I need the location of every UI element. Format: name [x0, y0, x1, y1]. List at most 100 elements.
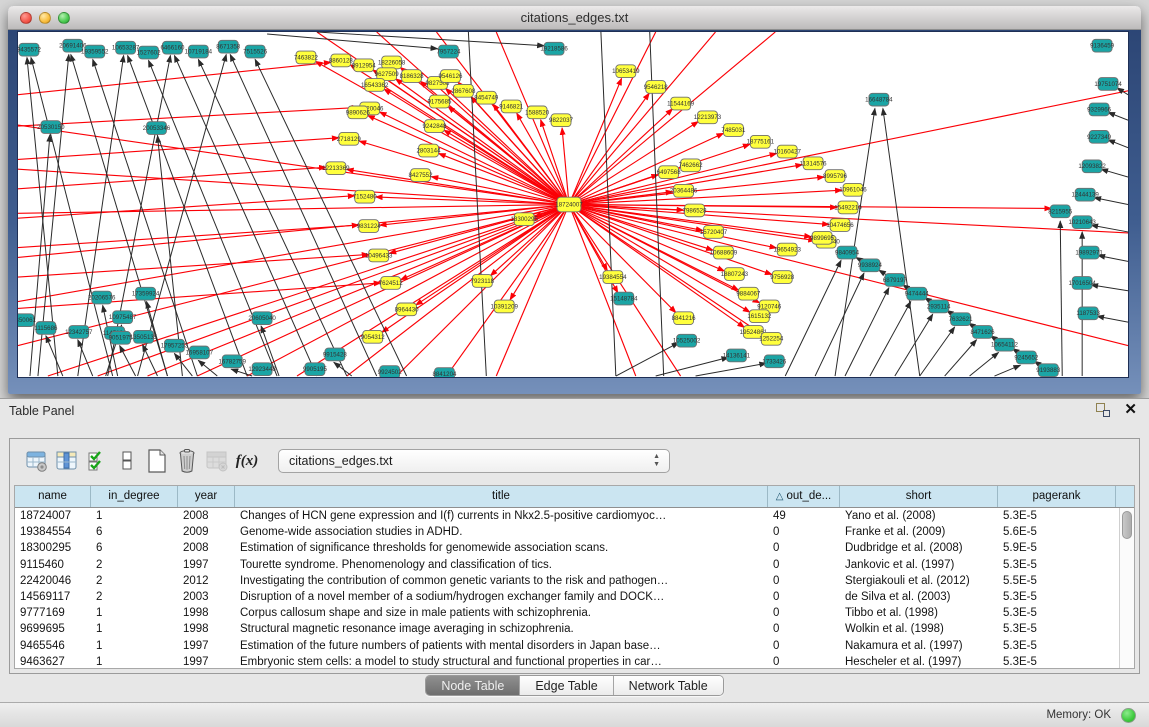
table-row[interactable]: 2242004622012Investigating the contribut… [15, 573, 1134, 589]
graph-node[interactable]: 12213973 [694, 111, 722, 124]
graph-node[interactable]: 12923448 [248, 363, 276, 376]
graph-node[interactable]: 7463822 [294, 51, 319, 64]
graph-node[interactable]: 19359552 [81, 45, 109, 58]
graph-node[interactable]: 10688609 [710, 246, 738, 259]
graph-node[interactable]: 10975487 [109, 311, 137, 324]
graph-node[interactable]: 8995796 [823, 170, 848, 183]
graph-node[interactable]: 8841204 [432, 368, 457, 377]
column-header-in_degree[interactable]: in_degree [91, 486, 178, 507]
graph-node[interactable]: 9890626 [346, 106, 371, 119]
unselect-all-button[interactable] [112, 445, 142, 477]
graph-node[interactable]: 1733426 [762, 355, 787, 368]
graph-node[interactable]: 9193883 [1036, 364, 1061, 377]
graph-node[interactable]: 19751074 [1094, 78, 1122, 91]
graph-node[interactable]: 8671358 [216, 40, 241, 53]
graph-node[interactable]: 9822037 [549, 114, 574, 127]
float-panel-icon[interactable] [1096, 403, 1110, 417]
graph-node[interactable]: 19892971 [1075, 246, 1103, 259]
table-row[interactable]: 911546021997Tourette syndrome. Phenomeno… [15, 557, 1134, 573]
graph-node[interactable]: 8215955 [1048, 205, 1073, 218]
table-row[interactable]: 1872400712008Changes of HCN gene express… [15, 508, 1134, 524]
column-header-pagerank[interactable]: pagerank [998, 486, 1116, 507]
graph-node[interactable]: 9242848 [423, 120, 448, 133]
network-view-canvas[interactable]: 1872400788601288912954182260589627509818… [17, 31, 1129, 378]
graph-node[interactable]: 10525002 [673, 334, 701, 347]
graph-node[interactable]: 9915428 [323, 348, 348, 361]
graph-node[interactable]: 17359924 [132, 287, 160, 300]
graph-node[interactable]: 7632621 [949, 313, 974, 326]
graph-node[interactable]: 17957253 [161, 339, 189, 352]
graph-node[interactable]: 12444139 [1071, 188, 1099, 201]
graph-node[interactable]: 10210643 [1068, 216, 1096, 229]
graph-node[interactable]: 10961046 [839, 183, 867, 196]
table-row[interactable]: 1830029562008Estimation of significance … [15, 540, 1134, 556]
graph-node[interactable]: 15720407 [700, 226, 728, 239]
column-header-year[interactable]: year [178, 486, 235, 507]
column-header-name[interactable]: name [15, 486, 91, 507]
graph-node[interactable]: 9146821 [499, 100, 524, 113]
graph-hub-node[interactable]: 18724007 [555, 197, 583, 212]
graph-node[interactable]: 10160427 [774, 145, 802, 158]
graph-node[interactable]: 8860128 [329, 54, 354, 67]
graph-node[interactable]: 17016504 [1068, 277, 1096, 290]
graph-node[interactable]: 15492210 [834, 201, 862, 214]
graph-node[interactable]: 2935114 [927, 300, 951, 313]
zoom-window-button[interactable] [58, 12, 70, 24]
graph-node[interactable]: 2867608 [451, 84, 476, 97]
graph-node[interactable]: 12093822 [1078, 160, 1106, 173]
table-row[interactable]: 946554611997Estimation of the future num… [15, 638, 1134, 654]
graph-node[interactable]: 9924502 [378, 366, 403, 377]
network-window-titlebar[interactable]: citations_edges.txt [8, 6, 1141, 30]
graph-node[interactable]: 10474656 [826, 219, 854, 232]
graph-node[interactable]: 8186328 [400, 70, 425, 83]
column-header-out_de[interactable]: △out_de... [768, 486, 840, 507]
graph-node[interactable]: 16648784 [865, 93, 893, 106]
delete-table-button-disabled[interactable] [202, 445, 232, 477]
graph-node[interactable]: 1588520 [525, 106, 550, 119]
graph-node[interactable]: 13505135 [130, 330, 158, 343]
graph-node[interactable]: 20053346 [143, 122, 171, 135]
tab-network-table[interactable]: Network Table [614, 676, 723, 695]
close-window-button[interactable] [20, 12, 32, 24]
graph-node[interactable]: 9905195 [303, 363, 328, 376]
graph-node[interactable]: 9329966 [1087, 103, 1112, 116]
graph-node[interactable]: 15148784 [610, 292, 638, 305]
graph-node[interactable]: 1115686 [34, 322, 58, 335]
graph-node[interactable]: 19654923 [774, 243, 802, 256]
graph-node[interactable]: 9831224 [357, 220, 382, 233]
graph-node[interactable]: 1615132 [747, 310, 772, 323]
graph-node[interactable]: 7152480 [353, 190, 378, 203]
column-header-title[interactable]: title [235, 486, 768, 507]
create-column-button[interactable] [142, 445, 172, 477]
graph-node[interactable]: 11314576 [800, 157, 828, 170]
graph-node[interactable]: 9546126 [438, 70, 463, 83]
graph-node[interactable]: 9175685 [427, 95, 452, 108]
table-row[interactable]: 969969511998Structural magnetic resonanc… [15, 621, 1134, 637]
graph-node[interactable]: 11544169 [667, 97, 695, 110]
table-row[interactable]: 1456911722003Disruption of a novel membe… [15, 589, 1134, 605]
graph-node[interactable]: 1187533 [1076, 307, 1100, 320]
graph-node[interactable]: 8841216 [672, 312, 697, 325]
graph-node[interactable]: 9899695 [810, 231, 835, 244]
graph-node[interactable]: 7462662 [679, 159, 704, 172]
graph-node[interactable]: 8427552 [409, 169, 434, 182]
graph-node[interactable]: 18300295 [510, 213, 538, 226]
graph-node[interactable]: 9546218 [644, 81, 669, 94]
graph-node[interactable]: 20206576 [88, 291, 116, 304]
show-columns-button[interactable] [52, 445, 82, 477]
graph-node[interactable]: 8471626 [971, 326, 996, 339]
table-row[interactable]: 1938455462009Genome-wide association stu… [15, 524, 1134, 540]
graph-node[interactable]: 9938924 [858, 259, 883, 272]
delete-column-button[interactable] [172, 445, 202, 477]
graph-node[interactable]: 9051975 [109, 331, 134, 344]
graph-node[interactable]: 18807243 [721, 268, 749, 281]
table-row[interactable]: 977716911998Corpus callosum shape and si… [15, 605, 1134, 621]
graph-node[interactable]: 1252254 [759, 332, 784, 345]
graph-node[interactable]: 1527602 [137, 46, 162, 59]
graph-node[interactable]: 9756928 [770, 271, 795, 284]
graph-node[interactable]: 9474444 [905, 287, 930, 300]
graph-node[interactable]: 7624512 [379, 277, 404, 290]
graph-node[interactable]: 2803144 [417, 144, 442, 157]
graph-node[interactable]: 14136141 [723, 349, 751, 362]
graph-node[interactable]: 10719184 [185, 45, 213, 58]
